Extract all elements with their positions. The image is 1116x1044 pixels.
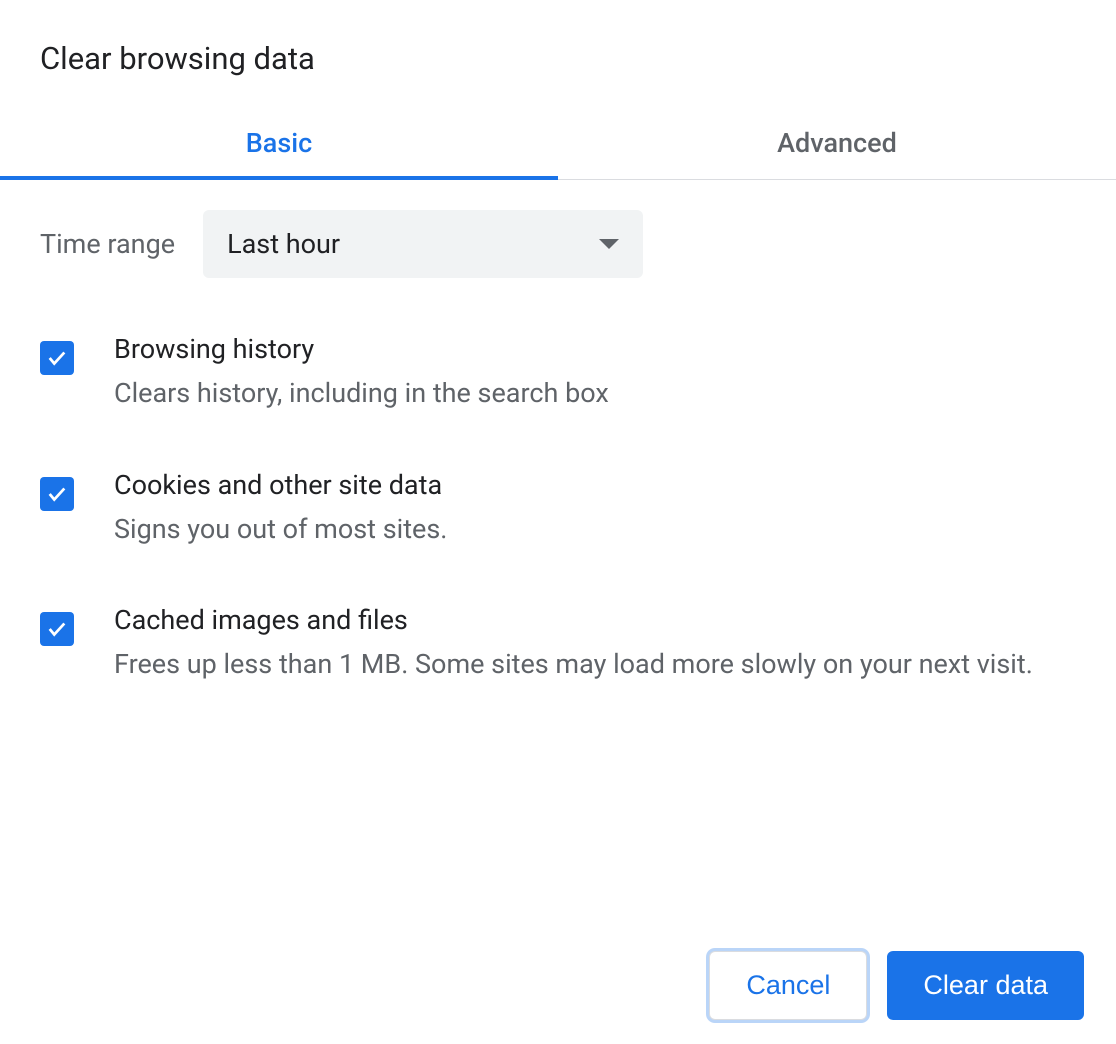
dialog-content: Time range Last hour Browsing history Cl… xyxy=(0,180,1116,951)
checkmark-icon xyxy=(46,483,68,505)
option-description: Frees up less than 1 MB. Some sites may … xyxy=(114,644,1076,685)
option-title: Cached images and files xyxy=(114,604,1076,636)
option-cookies: Cookies and other site data Signs you ou… xyxy=(40,469,1076,550)
option-text: Browsing history Clears history, includi… xyxy=(114,333,1076,414)
tab-advanced-label: Advanced xyxy=(777,127,897,159)
tab-bar: Basic Advanced xyxy=(0,107,1116,180)
checkbox-cookies[interactable] xyxy=(40,477,74,511)
time-range-row: Time range Last hour xyxy=(40,210,1076,278)
time-range-label: Time range xyxy=(40,228,175,260)
checkbox-cached-files[interactable] xyxy=(40,612,74,646)
checkmark-icon xyxy=(46,347,68,369)
dialog-footer: Cancel Clear data xyxy=(0,951,1116,1044)
clear-browsing-data-dialog: Clear browsing data Basic Advanced Time … xyxy=(0,0,1116,1044)
clear-data-button[interactable]: Clear data xyxy=(887,951,1084,1020)
chevron-down-icon xyxy=(599,239,619,249)
option-cached-files: Cached images and files Frees up less th… xyxy=(40,604,1076,685)
option-text: Cached images and files Frees up less th… xyxy=(114,604,1076,685)
tab-basic-label: Basic xyxy=(246,127,312,159)
time-range-dropdown[interactable]: Last hour xyxy=(203,210,643,278)
option-title: Cookies and other site data xyxy=(114,469,1076,501)
checkmark-icon xyxy=(46,618,68,640)
option-text: Cookies and other site data Signs you ou… xyxy=(114,469,1076,550)
cancel-button-label: Cancel xyxy=(746,970,830,1000)
option-description: Clears history, including in the search … xyxy=(114,373,1076,414)
checkbox-browsing-history[interactable] xyxy=(40,341,74,375)
option-description: Signs you out of most sites. xyxy=(114,509,1076,550)
tab-advanced[interactable]: Advanced xyxy=(558,107,1116,179)
option-browsing-history: Browsing history Clears history, includi… xyxy=(40,333,1076,414)
tab-basic[interactable]: Basic xyxy=(0,107,558,179)
option-title: Browsing history xyxy=(114,333,1076,365)
dialog-title: Clear browsing data xyxy=(0,0,1116,107)
clear-data-button-label: Clear data xyxy=(923,970,1048,1000)
cancel-button[interactable]: Cancel xyxy=(709,951,867,1020)
time-range-selected: Last hour xyxy=(227,228,340,260)
